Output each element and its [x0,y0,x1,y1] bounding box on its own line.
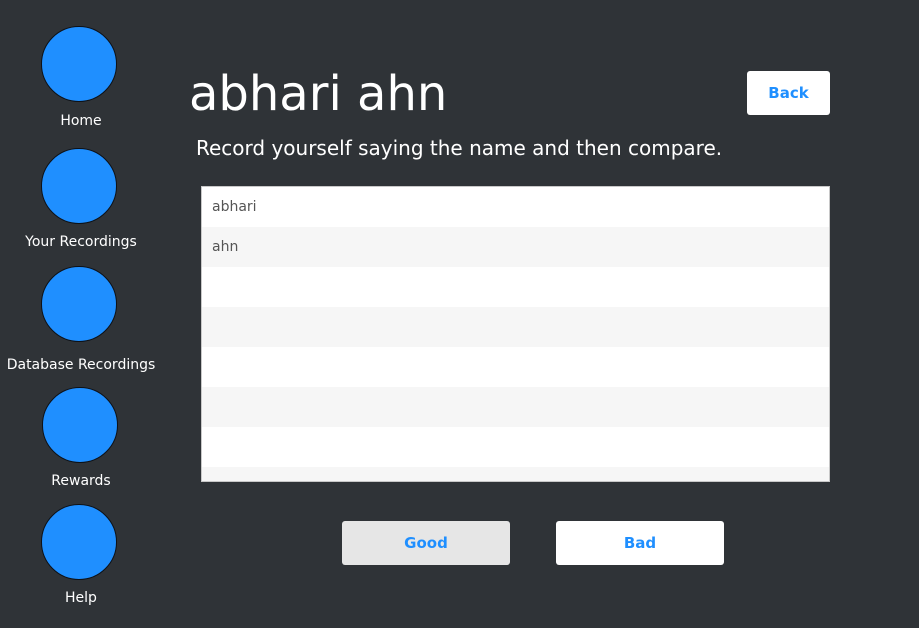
list-item [202,267,829,307]
list-item [202,427,829,467]
nav-item-your-recordings[interactable]: Your Recordings [0,148,162,252]
instruction-text: Record yourself saying the name and then… [196,136,723,160]
nav-label-database-recordings: Database Recordings [6,357,156,373]
nav-item-rewards[interactable]: Rewards [0,387,162,491]
your-recordings-icon[interactable] [41,148,117,224]
list-item [202,387,829,427]
list-item[interactable]: ahn [202,227,829,267]
back-button[interactable]: Back [747,71,830,115]
home-icon[interactable] [41,26,117,102]
list-item [202,347,829,387]
good-button[interactable]: Good [342,521,510,565]
list-item[interactable]: abhari [202,187,829,227]
nav-item-database-recordings[interactable]: Database Recordings [0,266,162,374]
nav-label-your-recordings: Your Recordings [25,234,137,250]
help-icon[interactable] [41,504,117,580]
database-recordings-icon[interactable] [41,266,117,342]
nav-label-home: Home [60,113,102,129]
list-item [202,467,829,481]
nav-label-rewards: Rewards [51,473,111,489]
bad-button[interactable]: Bad [556,521,724,565]
nav-item-home[interactable]: Home [0,26,162,130]
nav-label-help: Help [65,590,97,606]
page-title: abhari ahn [189,66,448,122]
nav-item-help[interactable]: Help [0,504,162,608]
list-item [202,307,829,347]
name-parts-list: abhari ahn [201,186,830,482]
rewards-icon[interactable] [42,387,118,463]
